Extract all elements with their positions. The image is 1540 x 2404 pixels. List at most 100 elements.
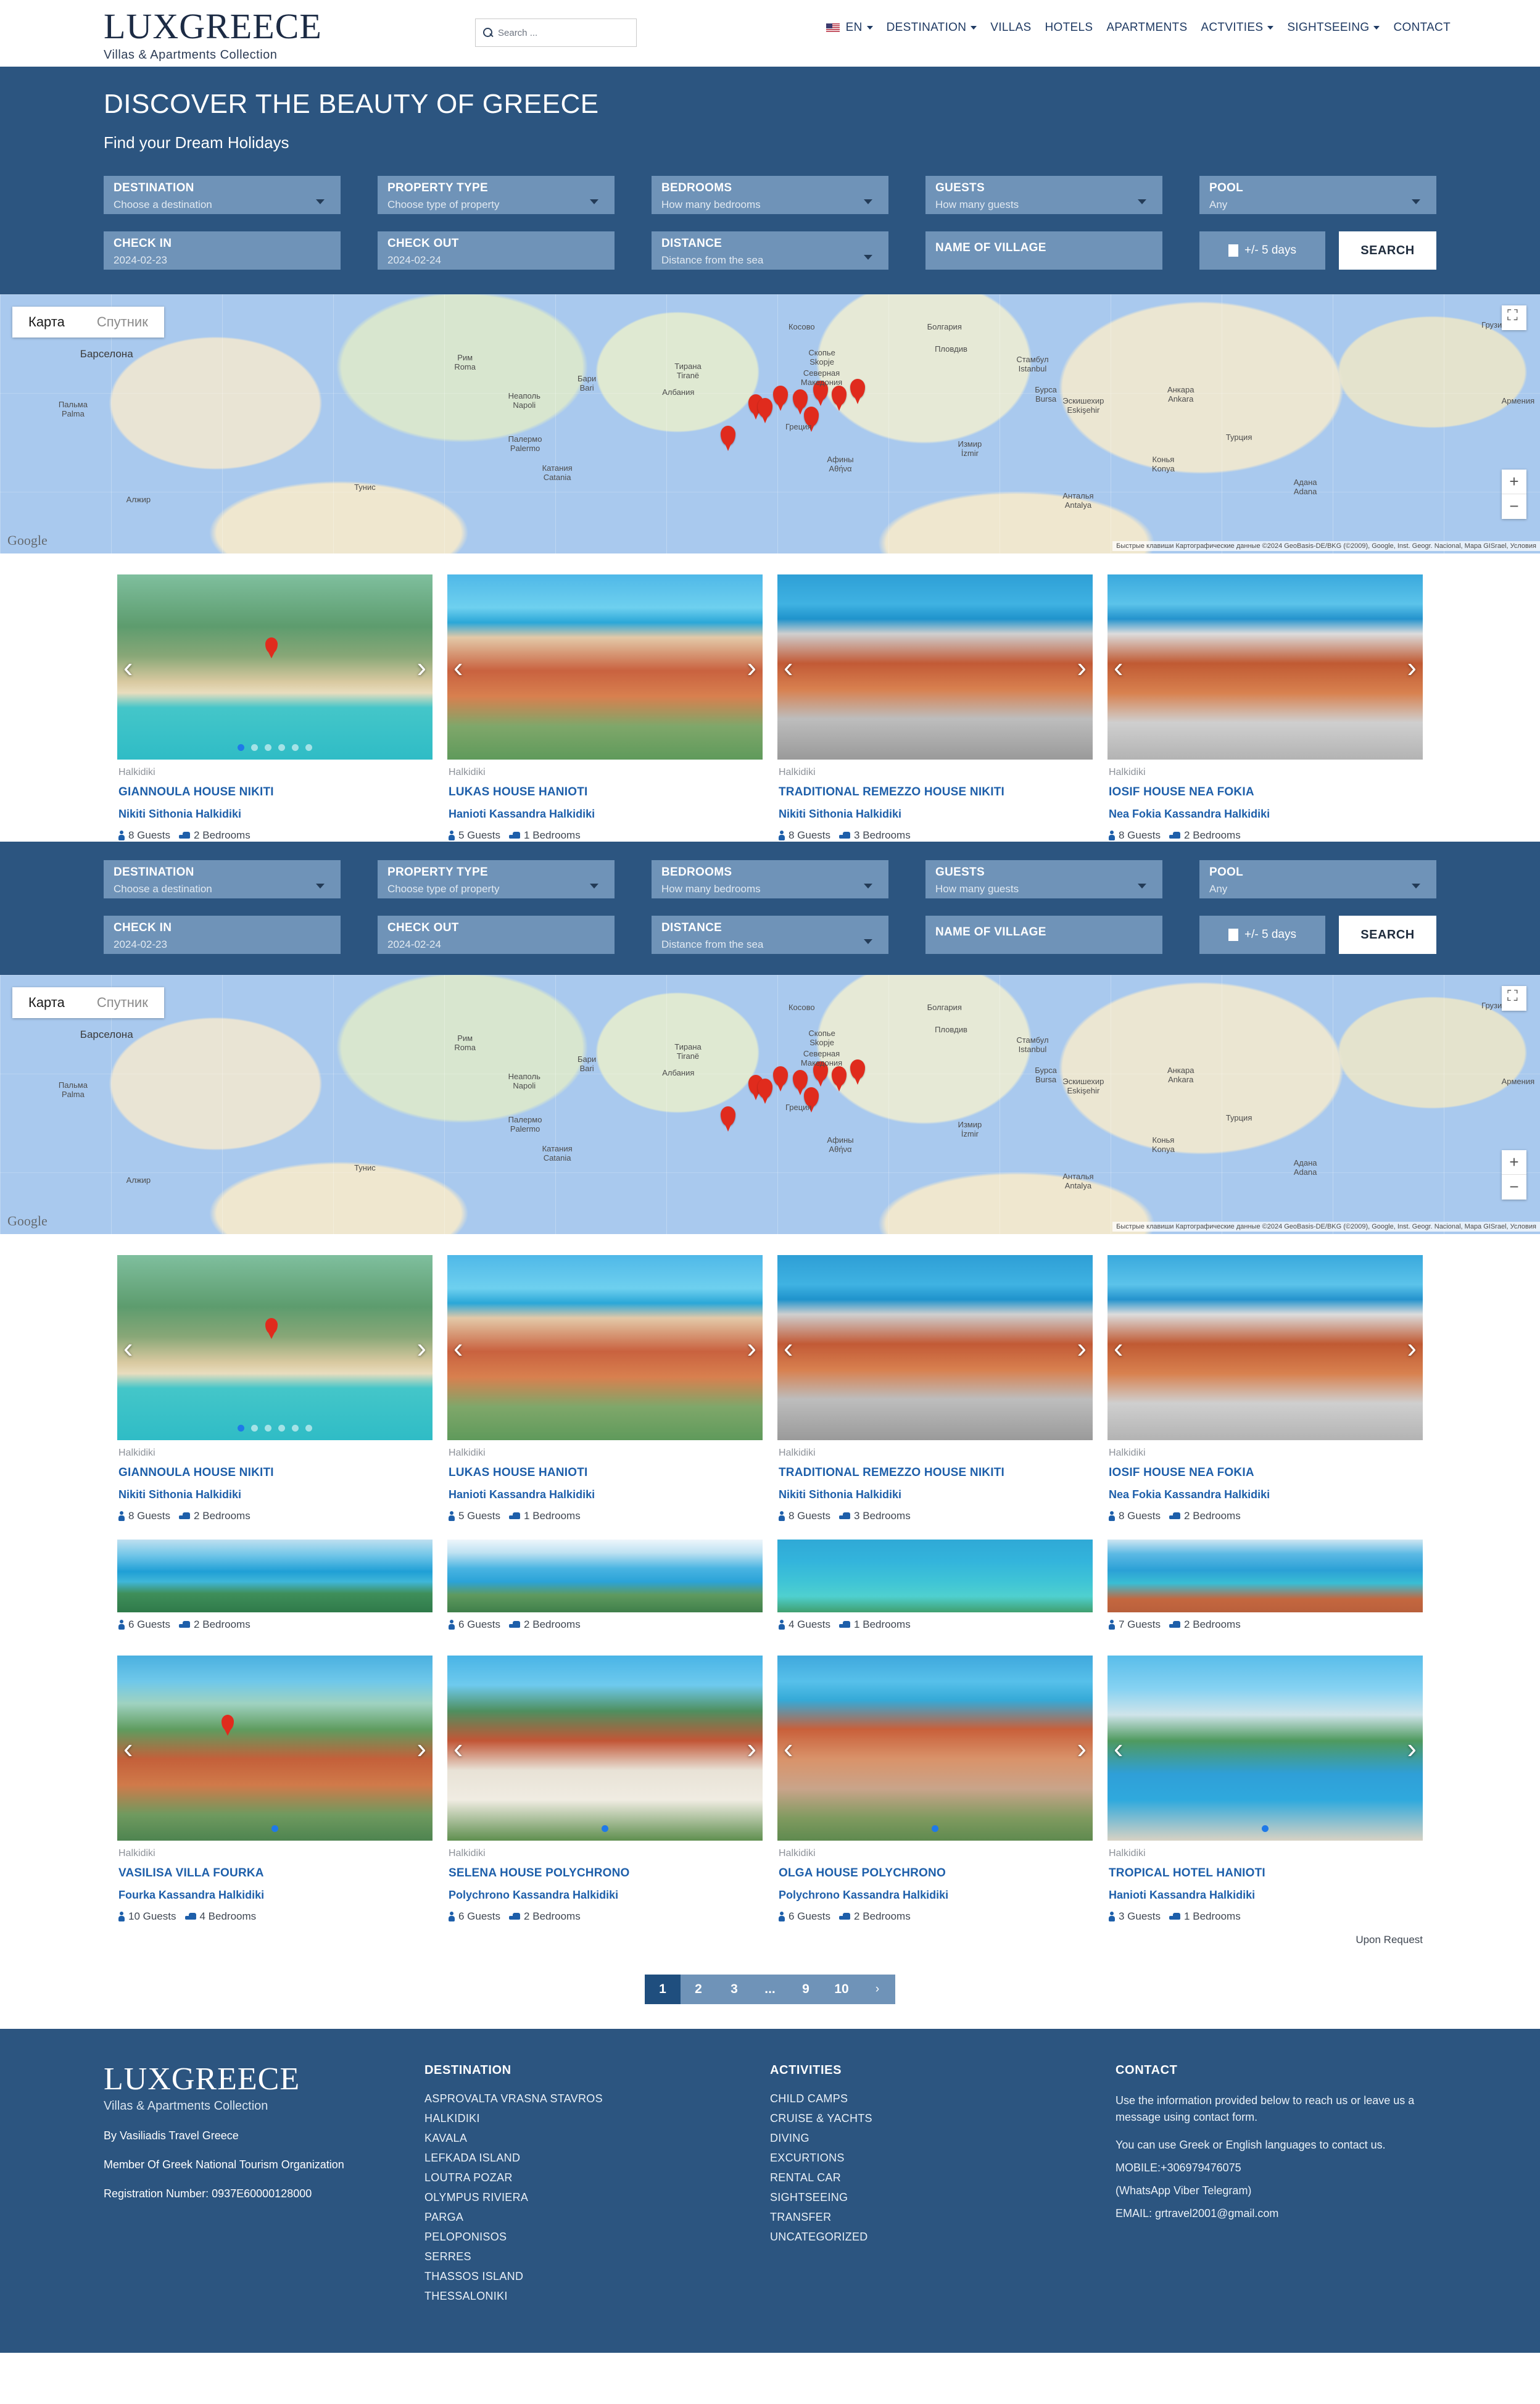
property-title[interactable]: IOSIF HOUSE NEA FOKIA — [1109, 785, 1422, 799]
property-title[interactable]: GIANNOULA HOUSE NIKITI — [118, 1466, 431, 1480]
carousel-dots[interactable] — [447, 1825, 763, 1832]
carousel-next-button[interactable]: › — [417, 653, 426, 681]
property-card[interactable]: ‹ › Halkidiki VASILISA VILLA FOURKA Four… — [117, 1656, 433, 1923]
property-image[interactable]: ‹ › — [117, 1255, 433, 1440]
check-in-field[interactable]: CHECK IN 2024-02-23 — [104, 231, 341, 270]
carousel-prev-button[interactable]: ‹ — [453, 1734, 463, 1762]
carousel-dots[interactable] — [117, 1425, 433, 1432]
property-type-select-2[interactable]: PROPERTY TYPE Choose type of property — [378, 860, 615, 898]
footer-link-uncategorized[interactable]: UNCATEGORIZED — [770, 2231, 1103, 2244]
carousel-prev-button[interactable]: ‹ — [123, 1734, 133, 1762]
nav-item-destination[interactable]: DESTINATION — [887, 21, 977, 35]
search-input-placeholder[interactable]: Search ... — [498, 28, 537, 38]
map-type-toggle[interactable]: Карта Спутник — [12, 307, 164, 338]
search-button-2[interactable]: SEARCH — [1339, 916, 1436, 954]
carousel-dot[interactable] — [602, 1825, 608, 1832]
carousel-dot[interactable] — [1262, 1825, 1269, 1832]
property-card[interactable]: ‹ › Halkidiki LUKAS HOUSE HANIOTI Haniot… — [447, 574, 763, 842]
nav-item-apartments[interactable]: APARTMENTS — [1106, 21, 1187, 35]
carousel-prev-button[interactable]: ‹ — [784, 1333, 793, 1362]
nav-language-switcher[interactable]: EN — [826, 21, 873, 35]
site-logo[interactable]: LUXGREECE Villas & Apartments Collection — [104, 9, 322, 62]
fullscreen-icon[interactable] — [1502, 305, 1526, 330]
carousel-next-button[interactable]: › — [1077, 653, 1087, 681]
property-card[interactable]: 4 Guests 1 Bedrooms — [777, 1540, 1093, 1631]
property-card[interactable]: ‹ › Halkidiki TRADITIONAL REMEZZO HOUSE … — [777, 574, 1093, 842]
site-search[interactable]: Search ... — [475, 19, 637, 47]
checkbox-icon[interactable] — [1228, 929, 1239, 941]
property-image[interactable]: ‹ › — [117, 574, 433, 760]
property-image[interactable]: ‹ › — [1107, 1656, 1423, 1841]
carousel-next-button[interactable]: › — [747, 1734, 756, 1762]
page-button-3[interactable]: 3 — [716, 1975, 752, 2004]
footer-link-olympus-riviera[interactable]: OLYMPUS RIVIERA — [424, 2191, 758, 2204]
footer-link-sightseeing[interactable]: SIGHTSEEING — [770, 2191, 1103, 2204]
carousel-next-button[interactable]: › — [1407, 1734, 1417, 1762]
footer-link-parga[interactable]: PARGA — [424, 2211, 758, 2224]
map-tab-map[interactable]: Карта — [12, 987, 81, 1018]
guests-select[interactable]: GUESTS How many guests — [925, 176, 1162, 214]
carousel-dot[interactable] — [278, 1425, 285, 1432]
footer-link-rental-car[interactable]: RENTAL CAR — [770, 2171, 1103, 2184]
carousel-dots[interactable] — [117, 1825, 433, 1832]
bedrooms-select-2[interactable]: BEDROOMS How many bedrooms — [652, 860, 888, 898]
nav-item-contact[interactable]: CONTACT — [1393, 21, 1451, 35]
map-zoom-controls-2[interactable]: + − — [1502, 1150, 1526, 1200]
carousel-dot[interactable] — [305, 744, 312, 751]
property-card[interactable]: ‹ › Halkidiki IOSIF HOUSE NEA FOKIA Nea … — [1107, 574, 1423, 842]
photo-turquoise-water[interactable] — [777, 1540, 1093, 1612]
zoom-out-button[interactable]: − — [1502, 494, 1526, 519]
page-button-2[interactable]: 2 — [681, 1975, 716, 2004]
property-title[interactable]: VASILISA VILLA FOURKA — [118, 1867, 431, 1880]
property-card[interactable]: 7 Guests 2 Bedrooms — [1107, 1540, 1423, 1631]
carousel-prev-button[interactable]: ‹ — [453, 653, 463, 681]
carousel-prev-button[interactable]: ‹ — [123, 1333, 133, 1362]
destination-select[interactable]: DESTINATION Choose a destination — [104, 176, 341, 214]
village-input-2[interactable]: NAME OF VILLAGE — [925, 916, 1162, 954]
property-title[interactable]: SELENA HOUSE POLYCHRONO — [449, 1867, 761, 1880]
property-card[interactable]: ‹ › Halkidiki OLGA HOUSE POLYCHRONO Poly… — [777, 1656, 1093, 1923]
property-image[interactable]: ‹ › — [777, 1656, 1093, 1841]
footer-link-kavala[interactable]: KAVALA — [424, 2132, 758, 2145]
carousel-prev-button[interactable]: ‹ — [1114, 653, 1123, 681]
carousel-dot[interactable] — [278, 744, 285, 751]
carousel-dots[interactable] — [1107, 1825, 1423, 1832]
carousel-next-button[interactable]: › — [1077, 1734, 1087, 1762]
carousel-dot[interactable] — [265, 744, 271, 751]
check-out-field-2[interactable]: CHECK OUT 2024-02-24 — [378, 916, 615, 954]
property-image[interactable]: ‹ › — [447, 574, 763, 760]
footer-link-cruise-yachts[interactable]: CRUISE & YACHTS — [770, 2112, 1103, 2125]
carousel-next-button[interactable]: › — [1407, 1333, 1417, 1362]
property-image[interactable] — [447, 1540, 763, 1612]
property-title[interactable]: LUKAS HOUSE HANIOTI — [449, 785, 761, 799]
checkbox-icon[interactable] — [1228, 244, 1239, 257]
carousel-next-button[interactable]: › — [1077, 1333, 1087, 1362]
carousel-next-button[interactable]: › — [747, 653, 756, 681]
property-image[interactable]: ‹ › — [117, 1656, 433, 1841]
carousel-dot[interactable] — [932, 1825, 938, 1832]
carousel-dot[interactable] — [251, 744, 258, 751]
carousel-dot[interactable] — [265, 1425, 271, 1432]
property-title[interactable]: LUKAS HOUSE HANIOTI — [449, 1466, 761, 1480]
nav-item-activities[interactable]: ACTVITIES — [1201, 21, 1274, 35]
carousel-dot[interactable] — [271, 1825, 278, 1832]
footer-link-asprovalta[interactable]: ASPROVALTA VRASNA STAVROS — [424, 2092, 758, 2105]
carousel-prev-button[interactable]: ‹ — [123, 653, 133, 681]
property-image[interactable]: ‹ › — [777, 1255, 1093, 1440]
property-card[interactable]: 6 Guests 2 Bedrooms — [117, 1540, 433, 1631]
property-title[interactable]: TRADITIONAL REMEZZO HOUSE NIKITI — [779, 1466, 1091, 1480]
zoom-in-button[interactable]: + — [1502, 1150, 1526, 1175]
footer-link-halkidiki[interactable]: HALKIDIKI — [424, 2112, 758, 2125]
property-image[interactable] — [1107, 1540, 1423, 1612]
search-button[interactable]: SEARCH — [1339, 231, 1436, 270]
distance-select-2[interactable]: DISTANCE Distance from the sea — [652, 916, 888, 954]
footer-link-child-camps[interactable]: CHILD CAMPS — [770, 2092, 1103, 2105]
nav-item-villas[interactable]: VILLAS — [990, 21, 1031, 35]
carousel-dots[interactable] — [117, 744, 433, 751]
footer-link-thassos[interactable]: THASSOS ISLAND — [424, 2270, 758, 2283]
map-tab-satellite[interactable]: Спутник — [81, 307, 164, 338]
nav-item-sightseeing[interactable]: SIGHTSEEING — [1287, 21, 1380, 35]
property-title[interactable]: GIANNOULA HOUSE NIKITI — [118, 785, 431, 799]
property-card[interactable]: ‹ › Halkidiki GIANNOULA HOUSE NIKITI Nik… — [117, 574, 433, 842]
plusminus-days-checkbox[interactable]: +/- 5 days — [1199, 231, 1325, 270]
